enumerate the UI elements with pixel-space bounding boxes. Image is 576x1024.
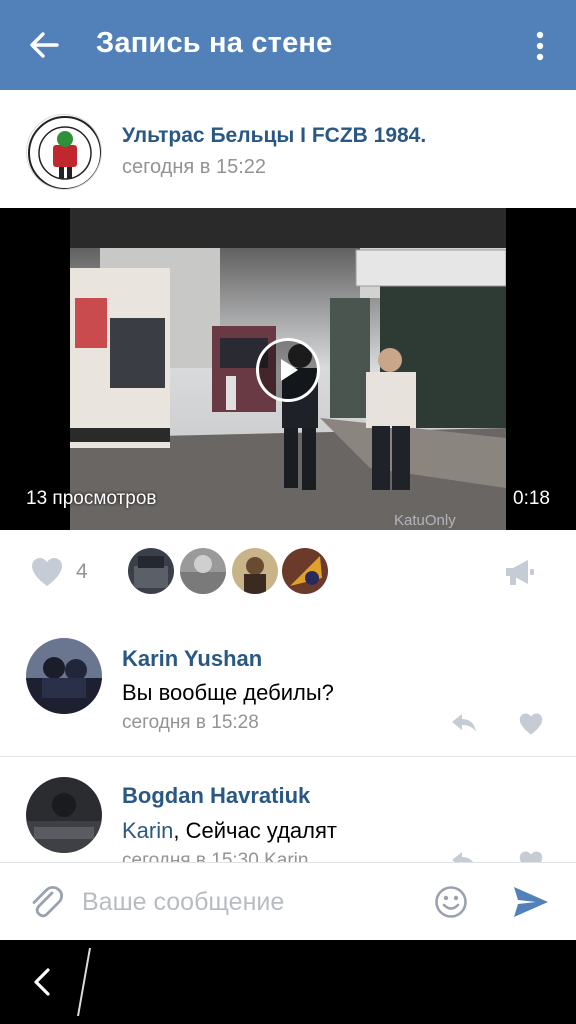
send-icon [514, 887, 548, 917]
system-back-button[interactable] [28, 962, 58, 1002]
post-timestamp: сегодня в 15:22 [122, 156, 266, 178]
comment-item: Karin Yushan Вы вообще дебилы? сегодня в… [0, 614, 576, 756]
liker-avatar[interactable] [180, 548, 226, 594]
post-header: Ультрас Бельцы I FCZB 1984. сегодня в 15… [0, 90, 576, 208]
liker-avatar-image [232, 548, 278, 594]
group-avatar[interactable] [26, 114, 102, 190]
reply-button[interactable] [450, 712, 478, 734]
arrow-left-icon [30, 32, 59, 58]
paperclip-icon [32, 885, 64, 918]
comment-avatar-image [26, 638, 102, 714]
comment-avatar[interactable] [26, 777, 102, 853]
message-composer [0, 862, 576, 940]
attach-button[interactable] [28, 885, 64, 921]
megaphone-icon [506, 560, 534, 585]
system-nav-bar [0, 940, 576, 1024]
reply-button[interactable] [450, 850, 478, 862]
likes-row: 4 [0, 530, 576, 614]
message-input[interactable] [82, 879, 412, 925]
smiley-icon [435, 886, 467, 918]
comment-text: Вы вообще дебилы? [122, 680, 334, 705]
like-button[interactable] [30, 556, 64, 588]
comment-mention-link[interactable]: Karin [122, 818, 173, 843]
back-button[interactable] [22, 25, 66, 65]
comment-author[interactable]: Karin Yushan [122, 646, 262, 672]
send-button[interactable] [512, 885, 550, 919]
like-count: 4 [76, 560, 88, 583]
heart-icon [519, 713, 543, 735]
group-name-link[interactable]: Ультрас Бельцы I FCZB 1984. [122, 124, 426, 148]
emoji-button[interactable] [434, 885, 468, 919]
ultras-logo-icon [28, 116, 101, 189]
video-duration: 0:18 [513, 488, 550, 509]
comment-avatar-image [26, 777, 102, 853]
video-player[interactable]: 13 просмотров 0:18 KatuOnly [0, 208, 576, 530]
nav-divider [74, 946, 94, 1018]
share-button[interactable] [502, 556, 536, 590]
comment-author[interactable]: Bogdan Havratiuk [122, 783, 310, 809]
comment-timestamp: сегодня в 15:30 Karin [122, 850, 309, 862]
comment-avatar[interactable] [26, 638, 102, 714]
comment-text-body: , Сейчас удалят [173, 818, 337, 843]
heart-icon [519, 851, 543, 862]
liker-avatar-image [128, 548, 174, 594]
app-root: Запись на стене Ультрас Бельцы I FCZB 19… [0, 0, 576, 1024]
top-bar: Запись на стене [0, 0, 576, 90]
liker-avatar-image [282, 548, 328, 594]
slash-icon [77, 947, 91, 1017]
comment-like-button[interactable] [518, 712, 544, 736]
reply-icon [452, 714, 476, 732]
liker-avatar[interactable] [232, 548, 278, 594]
more-options-button[interactable] [520, 26, 560, 66]
play-icon [281, 359, 298, 381]
liker-avatar[interactable] [128, 548, 174, 594]
page-title: Запись на стене [96, 27, 333, 59]
liker-avatar[interactable] [282, 548, 328, 594]
more-vertical-icon [536, 31, 544, 61]
chevron-left-icon [34, 968, 50, 996]
comment-text: Karin, Сейчас удалят [122, 818, 337, 844]
liker-avatar-image [180, 548, 226, 594]
comment-timestamp: сегодня в 15:28 [122, 712, 259, 733]
comment-like-button[interactable] [518, 850, 544, 862]
play-button[interactable] [256, 338, 320, 402]
video-views: 13 просмотров [26, 488, 157, 509]
reply-icon [452, 852, 473, 862]
comment-item: Bogdan Havratiuk Karin, Сейчас удалят се… [0, 757, 576, 862]
heart-icon [32, 558, 62, 586]
video-watermark: KatuOnly [394, 512, 456, 529]
